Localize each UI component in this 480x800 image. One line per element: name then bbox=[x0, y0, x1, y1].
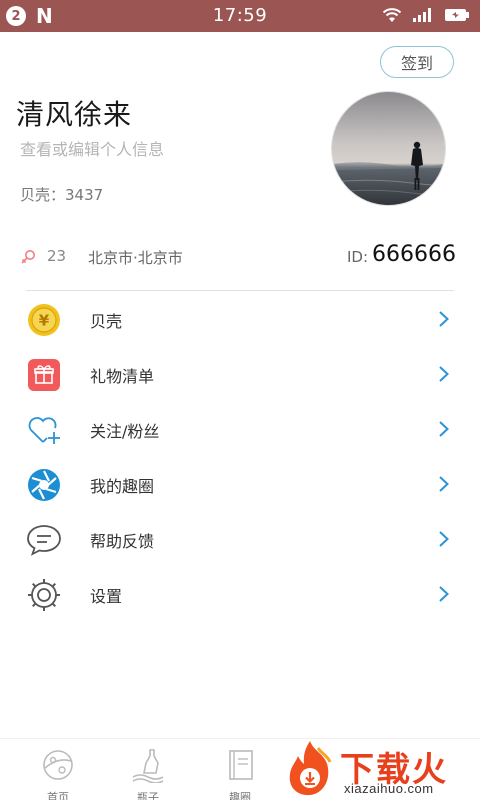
menu-item-follow-fans[interactable]: 关注/粉丝 bbox=[0, 401, 480, 456]
id-label: ID: bbox=[346, 248, 368, 266]
gift-icon bbox=[26, 357, 62, 393]
menu-label-settings: 设置 bbox=[90, 587, 123, 606]
menu-label-my-circle: 我的趣圈 bbox=[90, 477, 155, 496]
wifi-icon bbox=[382, 8, 402, 22]
avatar-photo bbox=[332, 92, 445, 205]
signin-button[interactable]: 签到 bbox=[380, 46, 454, 78]
heart-plus-icon bbox=[26, 412, 62, 448]
signal-icon bbox=[413, 8, 431, 22]
female-icon bbox=[21, 250, 35, 264]
bottle-icon bbox=[132, 749, 164, 784]
watermark-subtitle: xiazaihuo.com bbox=[344, 781, 434, 796]
nav-item-home[interactable]: 首页 bbox=[28, 747, 88, 800]
svg-text:¥: ¥ bbox=[39, 312, 50, 330]
watermark-logo: 下载火 xiazaihuo.com bbox=[282, 738, 478, 798]
gear-icon bbox=[26, 577, 62, 613]
chevron-right-icon bbox=[439, 366, 449, 382]
shell-count: 贝壳：3437 bbox=[20, 186, 104, 204]
avatar[interactable] bbox=[331, 91, 446, 206]
nav-label-circle: 趣圈 bbox=[229, 791, 251, 800]
chevron-right-icon bbox=[439, 421, 449, 437]
menu-item-gift-list[interactable]: 礼物清单 bbox=[0, 346, 480, 401]
menu-item-my-circle[interactable]: 我的趣圈 bbox=[0, 456, 480, 511]
location: 北京市·北京市 bbox=[88, 249, 183, 267]
status-right bbox=[382, 7, 470, 23]
nav-item-circle[interactable]: 趣圈 bbox=[210, 747, 270, 800]
edit-profile-link[interactable]: 查看或编辑个人信息 bbox=[20, 136, 164, 160]
username: 清风徐来 bbox=[16, 98, 133, 131]
nav-label-home: 首页 bbox=[47, 791, 69, 800]
flame-logo-icon bbox=[289, 741, 332, 796]
chevron-right-icon bbox=[439, 476, 449, 492]
chevron-right-icon bbox=[439, 311, 449, 327]
chevron-right-icon bbox=[439, 531, 449, 547]
nav-label-bottle: 瓶子 bbox=[137, 791, 159, 800]
menu-label-shells: 贝壳 bbox=[90, 312, 123, 331]
age: 23 bbox=[47, 247, 67, 265]
planet-icon bbox=[43, 750, 73, 780]
id-value: 666666 bbox=[372, 242, 456, 267]
status-bar: 2 N 17:59 bbox=[0, 0, 480, 32]
chat-bubble-icon bbox=[26, 522, 62, 558]
coin-icon: ¥ bbox=[26, 302, 62, 338]
chevron-right-icon bbox=[439, 586, 449, 602]
nav-item-bottle[interactable]: 瓶子 bbox=[118, 747, 178, 800]
battery-charging-icon bbox=[445, 9, 469, 21]
menu-list: ¥ 贝壳 礼物清单 关注/粉丝 我的趣圈 帮助反馈 设置 bbox=[0, 291, 480, 621]
menu-item-shells[interactable]: ¥ 贝壳 bbox=[0, 291, 480, 346]
menu-label-help-feedback: 帮助反馈 bbox=[90, 532, 155, 551]
menu-item-help-feedback[interactable]: 帮助反馈 bbox=[0, 511, 480, 566]
menu-label-follow-fans: 关注/粉丝 bbox=[90, 422, 160, 441]
aperture-icon bbox=[26, 467, 62, 503]
menu-item-settings[interactable]: 设置 bbox=[0, 566, 480, 621]
profile-info-row: 23 北京市·北京市 ID: 666666 bbox=[20, 242, 456, 270]
book-icon bbox=[229, 750, 253, 780]
menu-label-gift-list: 礼物清单 bbox=[90, 367, 155, 386]
